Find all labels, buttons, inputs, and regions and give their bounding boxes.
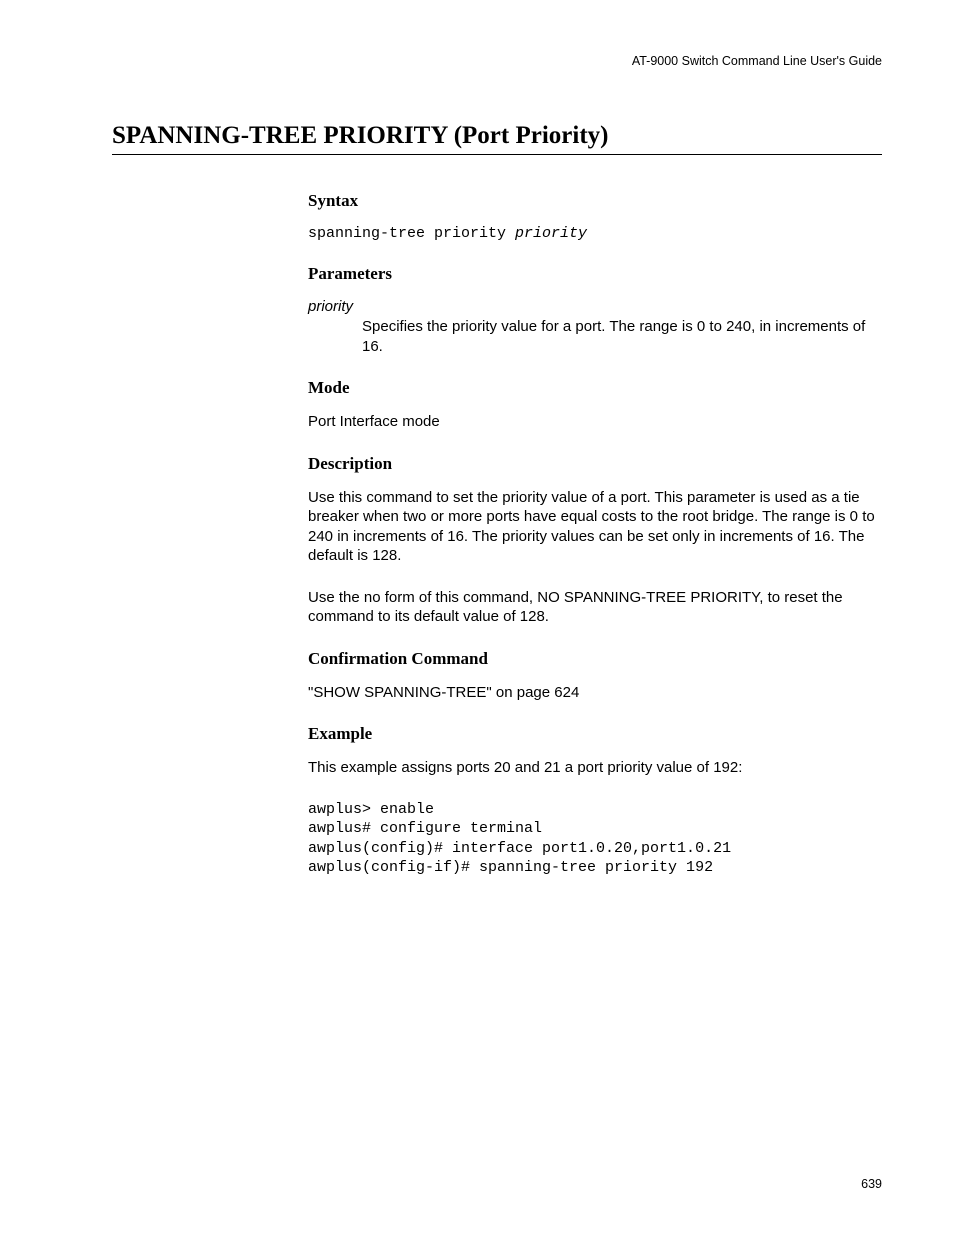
title-rule bbox=[112, 154, 882, 155]
page-number: 639 bbox=[861, 1177, 882, 1191]
content-area: Syntax spanning-tree priority priority P… bbox=[308, 191, 882, 878]
example-heading: Example bbox=[308, 724, 882, 744]
mode-text: Port Interface mode bbox=[308, 412, 882, 432]
param-name: priority bbox=[308, 298, 882, 315]
syntax-cmd: spanning-tree priority bbox=[308, 225, 515, 242]
description-p1: Use this command to set the priority val… bbox=[308, 488, 882, 566]
page-container: AT-9000 Switch Command Line User's Guide… bbox=[0, 0, 954, 1235]
example-intro: This example assigns ports 20 and 21 a p… bbox=[308, 758, 882, 778]
confirmation-text: "SHOW SPANNING-TREE" on page 624 bbox=[308, 683, 882, 703]
document-header: AT-9000 Switch Command Line User's Guide bbox=[112, 54, 882, 68]
parameters-heading: Parameters bbox=[308, 264, 882, 284]
syntax-heading: Syntax bbox=[308, 191, 882, 211]
confirmation-heading: Confirmation Command bbox=[308, 649, 882, 669]
syntax-arg: priority bbox=[515, 225, 587, 242]
description-heading: Description bbox=[308, 454, 882, 474]
page-title: SPANNING-TREE PRIORITY (Port Priority) bbox=[112, 122, 882, 150]
param-description: Specifies the priority value for a port.… bbox=[362, 317, 882, 356]
example-code: awplus> enable awplus# configure termina… bbox=[308, 800, 882, 878]
mode-heading: Mode bbox=[308, 378, 882, 398]
description-p2: Use the no form of this command, NO SPAN… bbox=[308, 588, 882, 627]
syntax-line: spanning-tree priority priority bbox=[308, 225, 882, 242]
